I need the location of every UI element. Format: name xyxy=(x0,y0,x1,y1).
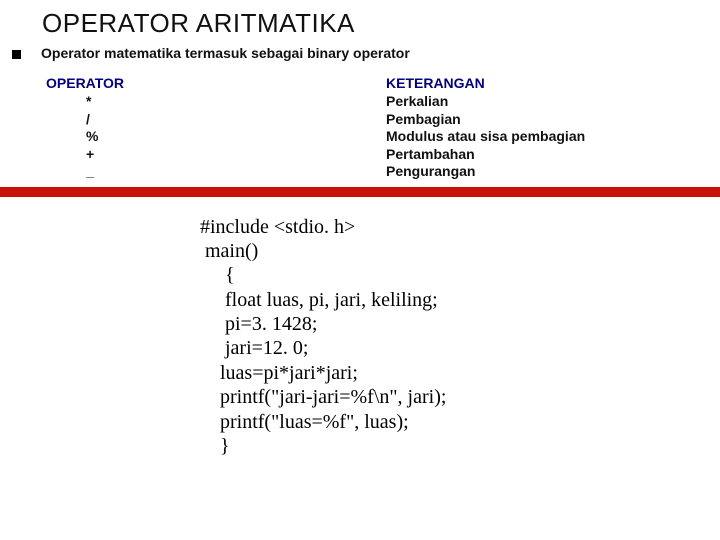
code-block: #include <stdio. h> main() { float luas,… xyxy=(0,197,720,459)
subtitle-text: Operator matematika termasuk sebagai bin… xyxy=(41,45,410,61)
keterangan-header: KETERANGAN xyxy=(386,75,585,91)
operator-table: OPERATOR * / % + _ KETERANGAN Perkalian … xyxy=(0,75,720,181)
op-cell: + xyxy=(46,146,386,164)
bullet-icon xyxy=(12,50,21,59)
ket-cell: Modulus atau sisa pembagian xyxy=(386,128,585,146)
ket-cell: Perkalian xyxy=(386,93,585,111)
slide-title: OPERATOR ARITMATIKA xyxy=(0,0,720,45)
op-cell: * xyxy=(46,93,386,111)
ket-cell: Pengurangan xyxy=(386,163,585,181)
ket-cell: Pembagian xyxy=(386,111,585,129)
operator-header: OPERATOR xyxy=(46,75,386,91)
ket-cell: Pertambahan xyxy=(386,146,585,164)
op-cell: / xyxy=(46,111,386,129)
subtitle-row: Operator matematika termasuk sebagai bin… xyxy=(0,45,720,61)
op-cell: % xyxy=(46,128,386,146)
op-cell: _ xyxy=(46,163,386,181)
divider-bar xyxy=(0,187,720,197)
operator-column: OPERATOR * / % + _ xyxy=(46,75,386,181)
keterangan-column: KETERANGAN Perkalian Pembagian Modulus a… xyxy=(386,75,585,181)
